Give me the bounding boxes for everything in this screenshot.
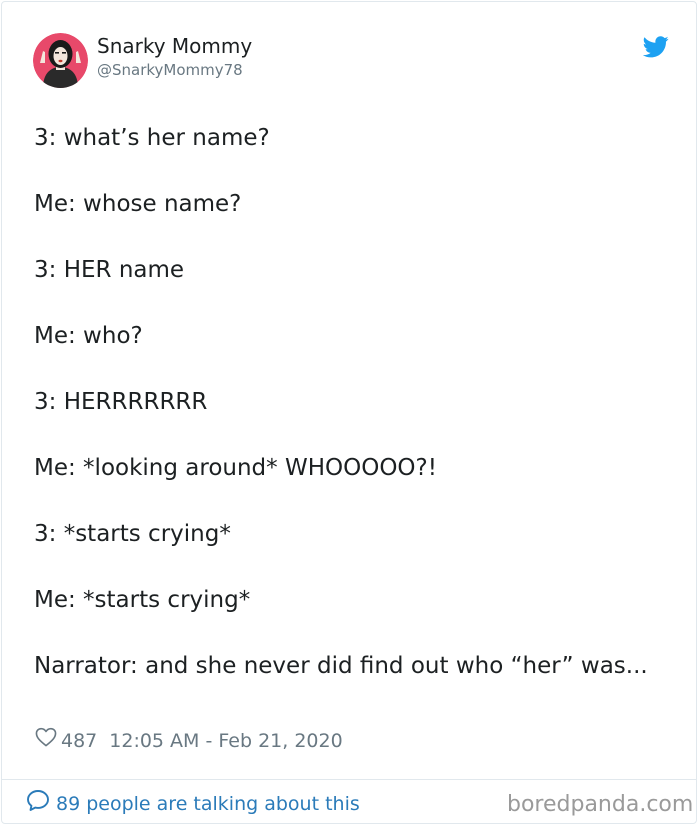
tweet-line: 3: HER name	[34, 257, 185, 283]
tweet-line: Me: whose name?	[34, 191, 242, 217]
heart-icon[interactable]	[35, 727, 61, 755]
tweet-line: 3: what’s her name?	[34, 125, 270, 151]
display-name[interactable]: Snarky Mommy	[97, 33, 252, 59]
tweet-line: 3: HERRRRRRR	[34, 389, 208, 415]
tweet-line: Narrator: and she never did find out who…	[34, 653, 648, 679]
watermark: boredpanda.com	[507, 792, 694, 817]
speech-bubble-icon	[26, 789, 56, 820]
user-handle[interactable]: @SnarkyMommy78	[97, 60, 243, 80]
tweet-line: Me: *starts crying*	[34, 587, 251, 613]
tweet-line: Me: *looking around* WHOOOOO?!	[34, 455, 437, 481]
avatar[interactable]	[33, 33, 88, 88]
tweet-line: 3: *starts crying*	[34, 521, 231, 547]
like-count[interactable]: 487	[61, 727, 97, 755]
tweet-text: 3: what’s her name? Me: whose name? 3: H…	[34, 122, 674, 683]
tweet-timestamp[interactable]: 12:05 AM - Feb 21, 2020	[109, 727, 342, 755]
tweet-card: Snarky Mommy @SnarkyMommy78 3: what’s he…	[1, 1, 697, 824]
twitter-bird-icon[interactable]	[642, 36, 669, 58]
tweet-meta: 487 12:05 AM - Feb 21, 2020	[35, 727, 343, 755]
tweet-line: Me: who?	[34, 323, 143, 349]
avatar-image	[33, 33, 88, 88]
talking-about-label[interactable]: 89 people are talking about this	[56, 790, 360, 818]
divider	[2, 779, 696, 780]
talking-about-link[interactable]: 89 people are talking about this	[26, 789, 360, 820]
